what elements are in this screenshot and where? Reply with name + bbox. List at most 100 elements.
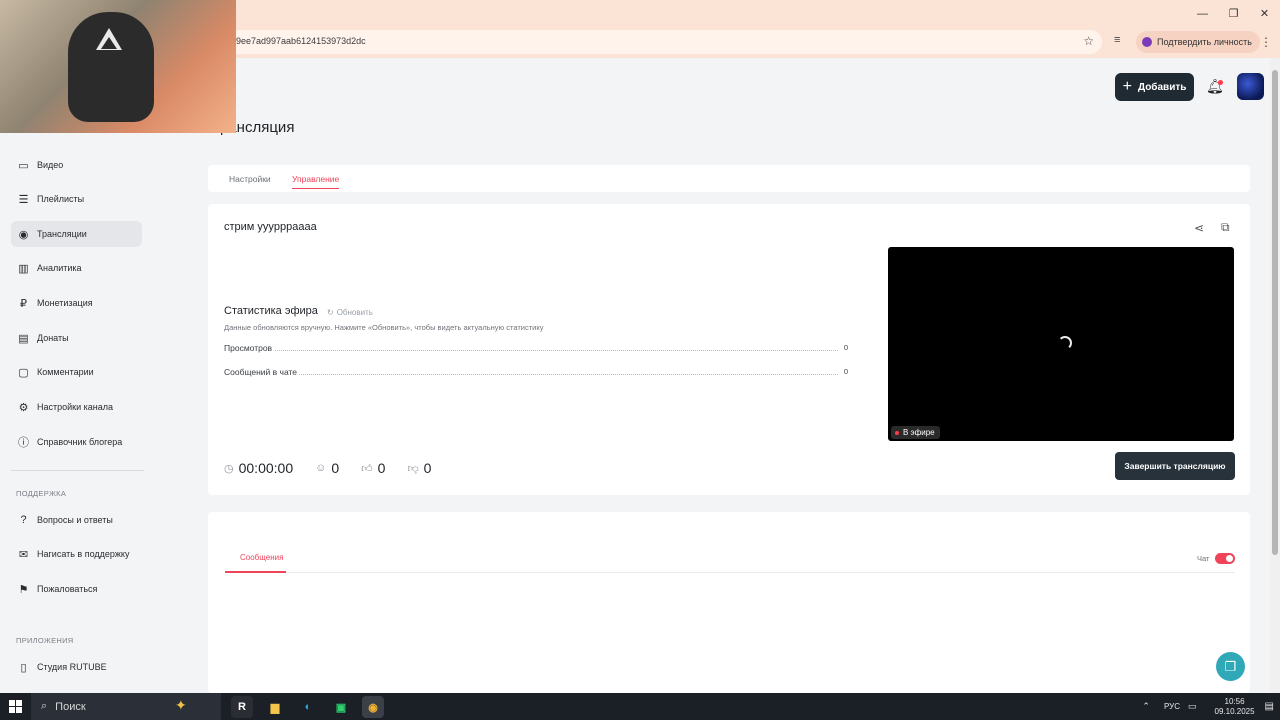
stat-row-chat-messages: Сообщений в чате 0 — [224, 367, 848, 379]
restore-button[interactable]: ❐ — [1218, 0, 1249, 27]
active-tab-underline — [292, 188, 339, 189]
timer-value: 00:00:00 — [238, 460, 294, 476]
help-chat-button[interactable]: ❐ — [1216, 652, 1245, 681]
edge-browser-icon[interactable]: ◐ — [297, 696, 319, 718]
app-icon: ▯ — [20, 661, 27, 674]
avatar[interactable] — [1237, 73, 1264, 100]
sidebar-item-report[interactable]: ⚑ Пожаловаться — [11, 576, 142, 602]
messenger-app-icon[interactable]: ▣ — [330, 696, 352, 718]
likes-value: 0 — [377, 460, 386, 476]
tab-control[interactable]: Управление — [292, 174, 339, 184]
sidebar-item-label: Нагисать в поддержку — [37, 549, 130, 559]
sidebar-item-rutube-studio[interactable]: ▯ Студия RUTUBE — [11, 654, 142, 680]
profile-dot-icon — [1142, 37, 1152, 47]
scroll-thumb[interactable] — [1272, 70, 1278, 555]
sidebar-item-label: Трансляции — [37, 229, 87, 239]
dislikes-metric: 👎︎ 0 — [407, 460, 431, 476]
sidebar-item-label: Донаты — [37, 333, 69, 343]
close-button[interactable]: ✕ — [1249, 0, 1280, 27]
live-label: В эфире — [903, 428, 935, 437]
address-bar[interactable]: 9ee7ad997aab6124153973d2dc ☆ — [226, 30, 1102, 54]
chat-tabs-divider — [225, 572, 1235, 573]
broadcast-icon: ◉ — [18, 228, 29, 241]
language-indicator[interactable]: РУС — [1164, 702, 1180, 711]
stream-metrics: ◷ 00:00:00 ☺ 0 👍︎ 0 👎︎ 0 — [224, 460, 453, 476]
add-button[interactable]: + Добавить — [1115, 73, 1194, 101]
thumbs-up-icon: 👍︎ — [361, 462, 373, 475]
stat-value: 0 — [841, 343, 848, 352]
chrome-browser-icon[interactable]: ◉ — [362, 696, 384, 718]
sidebar-item-label: Плейлисты — [37, 194, 85, 204]
sidebar-item-monetization[interactable]: ₽ Монетизация — [11, 290, 142, 316]
page-scrollbar[interactable] — [1270, 58, 1280, 693]
sidebar-item-donations[interactable]: ▤ Донаты — [11, 325, 142, 351]
stats-note: Данные обновляются вручную. Нажмите «Обн… — [224, 323, 544, 332]
refresh-label: Обновить — [336, 308, 373, 317]
network-icon[interactable]: ▭ — [1188, 701, 1197, 712]
tray-overflow-icon[interactable]: ⌃ — [1142, 701, 1150, 712]
refresh-button[interactable]: ↻ Обновить — [327, 308, 373, 317]
likes-metric: 👍︎ 0 — [361, 460, 385, 476]
live-badge: В эфире — [891, 426, 940, 439]
leader-dots — [224, 374, 838, 375]
chat-toggle[interactable] — [1215, 553, 1235, 564]
sidebar-item-broadcasts[interactable]: ◉ Трансляции — [11, 221, 142, 247]
sidebar: ▭ Видео ☰ Плейлисты ◉ Трансляции ▥ Анали… — [0, 130, 160, 693]
taskbar-search[interactable]: ⌕ Поиск — [31, 693, 221, 720]
copilot-sparkle-icon: ✦ — [175, 697, 187, 713]
triangle-inner — [101, 37, 117, 49]
sidebar-item-faq[interactable]: ? Вопросы и ответы — [11, 507, 142, 533]
external-link-icon[interactable]: ⧉ — [1221, 220, 1230, 235]
search-icon: ⌕ — [41, 700, 48, 712]
clock-time: 10:56 — [1224, 696, 1245, 706]
add-button-label: Добавить — [1137, 81, 1187, 93]
sidebar-item-channel-settings[interactable]: ⚙ Настройки канала — [11, 394, 142, 420]
clock-date: 09.10.2025 — [1214, 706, 1255, 716]
stats-title: Статистика эфира — [224, 305, 318, 317]
sidebar-item-label: Вопросы и ответы — [37, 515, 113, 525]
share-icon[interactable]: ⋖ — [1194, 221, 1204, 235]
notification-dot — [1218, 80, 1223, 85]
sidebar-item-comments[interactable]: ▢ Комментарии — [11, 359, 142, 385]
tab-messages[interactable]: Сообщения — [240, 553, 283, 562]
end-stream-button[interactable]: Завершить трансляцию — [1115, 452, 1235, 480]
file-explorer-icon[interactable]: ▆ — [264, 696, 286, 718]
window-controls: — ❐ ✕ — [1187, 0, 1280, 27]
question-icon: ? — [20, 514, 27, 526]
rutube-app-icon[interactable]: R — [231, 696, 253, 718]
verify-identity-chip[interactable]: Подтвердить личность — [1136, 31, 1260, 53]
sidebar-item-playlists[interactable]: ☰ Плейлисты — [11, 186, 142, 212]
apps-section-title: ПРИЛОЖЕНИЯ — [16, 636, 74, 645]
bookmark-star-icon[interactable]: ☆ — [1083, 34, 1094, 48]
stat-value: 0 — [841, 367, 848, 376]
windows-start-icon[interactable] — [9, 700, 22, 713]
sidebar-item-label: Пожаловаться — [37, 584, 98, 594]
live-dot-icon — [895, 430, 899, 435]
reading-list-icon[interactable]: ≡ — [1114, 34, 1120, 46]
tabs-bar: Настройки Управление — [208, 165, 1250, 192]
minimize-button[interactable]: — — [1187, 0, 1218, 27]
stream-card: стрим уyyрррааaa ⋖ ⧉ Статистика эфира ↻ … — [208, 204, 1250, 495]
clock[interactable]: 10:56 09.10.2025 — [1215, 697, 1255, 717]
sidebar-item-label: Комментарии — [37, 367, 94, 377]
dislikes-value: 0 — [423, 460, 432, 476]
refresh-icon: ↻ — [327, 308, 334, 317]
sidebar-item-blogger-guide[interactable]: ⓘ Справочник блогера — [11, 429, 142, 455]
taskbar-search-placeholder: Поиск — [55, 700, 86, 713]
video-player[interactable]: В эфире — [888, 247, 1234, 441]
active-chat-tab-underline — [225, 571, 286, 573]
sidebar-divider — [11, 470, 144, 471]
sidebar-item-video[interactable]: ▭ Видео — [11, 152, 142, 178]
sidebar-item-analytics[interactable]: ▥ Аналитика — [11, 255, 142, 281]
taskbar: ⌕ Поиск ✦ R ▆ ◐ ▣ ◉ ⌃ РУС ▭ 10:56 09.10.… — [0, 693, 1280, 720]
clock-icon: ◷ — [224, 462, 234, 475]
stat-row-views: Просмотров 0 — [224, 343, 848, 355]
notifications-icon[interactable]: ▤ — [1265, 701, 1274, 712]
thumbs-down-icon: 👎︎ — [407, 462, 419, 475]
flag-icon: ⚑ — [18, 583, 29, 596]
sidebar-item-write-support[interactable]: ✉ Нагисать в поддержку — [11, 541, 142, 567]
support-section-title: ПОДДЕРЖКА — [16, 489, 67, 498]
tab-settings[interactable]: Настройки — [229, 174, 271, 184]
ruble-icon: ₽ — [20, 297, 27, 310]
browser-menu-icon[interactable]: ⋮ — [1260, 35, 1272, 49]
